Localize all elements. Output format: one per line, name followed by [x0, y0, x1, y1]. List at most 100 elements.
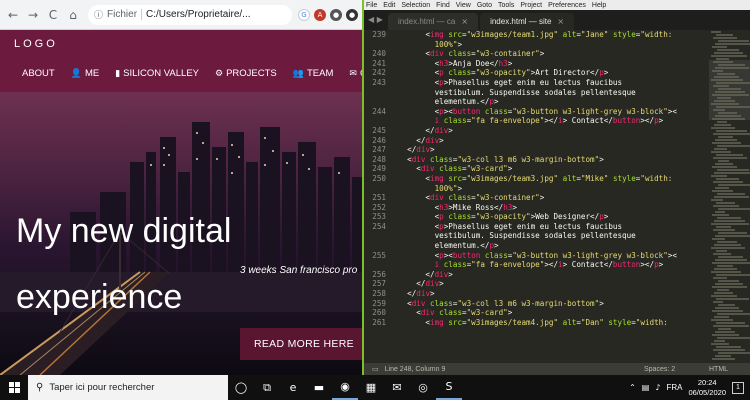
- nav-item-c[interactable]: ✉C: [341, 68, 362, 79]
- fold-marker: [390, 174, 398, 184]
- code-text: <img src="w3images/team4.jpg" alt="Dan" …: [398, 317, 668, 327]
- menu-preferences[interactable]: Preferences: [548, 2, 586, 9]
- tab-scroll-icon[interactable]: ◀ ▶: [368, 15, 383, 24]
- extension-icon[interactable]: ●: [330, 8, 342, 21]
- minimap-viewport[interactable]: [709, 60, 750, 120]
- line-number: 252: [372, 202, 386, 212]
- line-number: 247: [372, 145, 386, 155]
- menu-help[interactable]: Help: [592, 2, 606, 9]
- forward-icon[interactable]: →: [24, 6, 42, 24]
- minimap-line: [713, 277, 727, 279]
- minimap-line: [714, 124, 731, 126]
- clock[interactable]: 20:24 06/05/2020: [688, 378, 726, 398]
- code-text: </div>: [398, 269, 453, 279]
- code-line: 240 <div class="w3-container">: [364, 49, 709, 59]
- address-bar[interactable]: ⓘ Fichier C:/Users/Proprietaire/...: [88, 4, 292, 25]
- extension-icon[interactable]: A: [314, 8, 326, 21]
- hero-title-line-1: My new digital: [16, 212, 232, 250]
- taskbar-search-input[interactable]: ⚲ Taper ici pour rechercher: [28, 375, 228, 400]
- code-line: 255 <p><button class="w3-button w3-light…: [364, 251, 709, 261]
- explorer-icon[interactable]: ▬: [306, 375, 332, 400]
- edge-icon[interactable]: e: [280, 375, 306, 400]
- minimap-line: [715, 187, 729, 189]
- menu-goto[interactable]: Goto: [477, 2, 492, 9]
- menu-selection[interactable]: Selection: [401, 2, 430, 9]
- close-icon[interactable]: ×: [461, 17, 468, 26]
- network-icon[interactable]: ▤: [642, 383, 650, 392]
- fold-marker: [390, 279, 398, 289]
- indentation-setting[interactable]: Spaces: 2: [644, 366, 675, 373]
- syntax-setting[interactable]: HTML: [709, 366, 728, 373]
- nav-item-me[interactable]: 👤 ME: [63, 68, 107, 79]
- minimap-line: [716, 250, 727, 252]
- code-line: i class="fa fa-envelope"></i> Contact</b…: [364, 260, 709, 270]
- menu-tools[interactable]: Tools: [498, 2, 514, 9]
- mail-icon[interactable]: ✉: [384, 375, 410, 400]
- minimap-line: [718, 328, 731, 330]
- extension-icon[interactable]: G: [298, 8, 310, 21]
- menu-view[interactable]: View: [456, 2, 471, 9]
- editor-tab[interactable]: index.html — ca ×: [388, 13, 479, 30]
- browser-window: ← → C ⌂ ⓘ Fichier C:/Users/Proprietaire/…: [0, 0, 362, 375]
- panel-icon[interactable]: ▭: [372, 365, 379, 373]
- menu-find[interactable]: Find: [436, 2, 450, 9]
- code-text: <p><button class="w3-button w3-light-gre…: [398, 106, 677, 116]
- code-line: 258 </div>: [364, 289, 709, 299]
- fold-marker: [390, 116, 398, 126]
- nav-item-team[interactable]: 👥 TEAM: [285, 68, 342, 79]
- reload-icon[interactable]: C: [44, 6, 62, 24]
- line-number: [364, 241, 390, 251]
- line-number: 257: [372, 279, 386, 289]
- back-icon[interactable]: ←: [4, 6, 22, 24]
- nav-item-projects[interactable]: ⚙ PROJECTS: [207, 68, 285, 79]
- extension-icon[interactable]: ●: [346, 8, 358, 21]
- minimap-line: [712, 334, 739, 336]
- store-icon[interactable]: ▦: [358, 375, 384, 400]
- chevron-up-icon[interactable]: ⌃: [629, 383, 636, 392]
- minimap-line: [715, 235, 750, 237]
- close-icon[interactable]: ×: [557, 17, 564, 26]
- task-view-icon[interactable]: ◯: [228, 375, 254, 400]
- line-number: 248: [372, 154, 386, 164]
- nav-item-about[interactable]: ABOUT: [0, 68, 63, 79]
- volume-icon[interactable]: ♪: [655, 383, 660, 392]
- minimap-line: [713, 85, 729, 87]
- fold-marker: [390, 251, 398, 261]
- info-icon[interactable]: ⓘ: [94, 8, 103, 21]
- extension-icons: G A ● ●: [294, 8, 362, 21]
- sublime-icon[interactable]: S: [436, 375, 462, 400]
- multitask-icon[interactable]: ⧉: [254, 375, 280, 400]
- code-area[interactable]: 239 <img src="w3images/team1.jpg" alt="J…: [364, 30, 709, 363]
- line-number: 251: [372, 193, 386, 203]
- menu-file[interactable]: File: [366, 2, 377, 9]
- read-more-button[interactable]: READ MORE HERE: [240, 328, 362, 360]
- minimap-line: [712, 118, 745, 120]
- minimap-line: [717, 289, 729, 291]
- website-view: LOGO ABOUT 👤 ME ▮ SILICON VALLEY ⚙ PROJECTS 👥 TE…: [0, 30, 362, 375]
- cursor-position: Line 248, Column 9: [384, 365, 446, 373]
- start-button[interactable]: [0, 375, 28, 400]
- chrome-icon[interactable]: ◉: [332, 375, 358, 400]
- globe-icon[interactable]: ◎: [410, 375, 436, 400]
- notifications-icon[interactable]: 1: [732, 381, 744, 394]
- home-icon[interactable]: ⌂: [64, 6, 82, 24]
- site-logo[interactable]: LOGO: [14, 38, 58, 50]
- language-indicator[interactable]: FRA: [666, 383, 682, 392]
- line-number: 259: [372, 298, 386, 308]
- minimap-line: [712, 166, 737, 168]
- code-text: </div>: [398, 135, 444, 145]
- minimap[interactable]: [709, 30, 750, 363]
- nav-item-label: TEAM: [307, 68, 334, 79]
- editor-tab[interactable]: index.html — site ×: [480, 13, 575, 30]
- menu-project[interactable]: Project: [520, 2, 542, 9]
- fold-marker: [390, 145, 398, 155]
- code-line: 243 <p>Phasellus eget enim eu lectus fau…: [364, 78, 709, 88]
- minimap-line: [714, 268, 737, 270]
- minimap-line: [717, 313, 750, 315]
- nav-item-silicon-valley[interactable]: ▮ SILICON VALLEY: [107, 68, 207, 79]
- fold-marker: [390, 59, 398, 69]
- fold-marker: [390, 212, 398, 222]
- menu-edit[interactable]: Edit: [383, 2, 395, 9]
- code-line: 241 <h3>Anja Doe</h3>: [364, 59, 709, 69]
- minimap-line: [713, 205, 739, 207]
